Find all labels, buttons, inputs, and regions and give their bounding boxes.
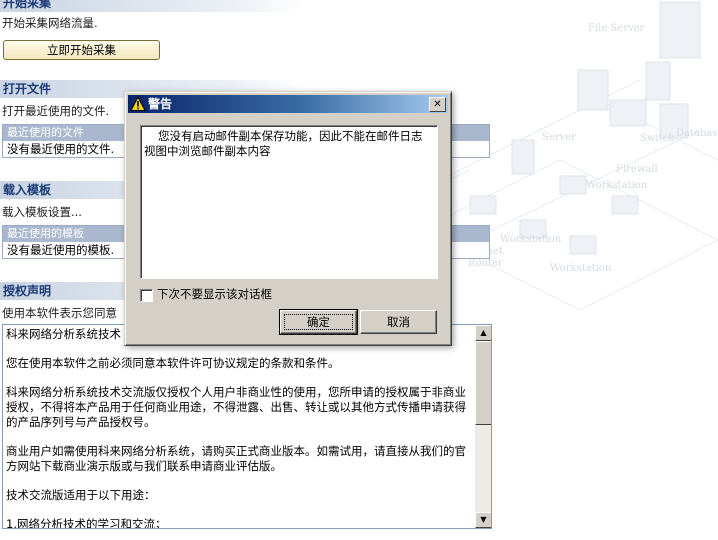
license-paragraph: 科来网络分析系统技术交流版仅授权个人用户非商业性的使用，您所申请的授权属于非商业… [6, 385, 466, 429]
load-template-desc[interactable]: 载入模板设置... [2, 204, 82, 220]
scroll-up-button[interactable]: ▲ [475, 325, 491, 341]
workstation-label-1: Workstation [586, 180, 648, 191]
license-paragraph: 1.网络分析技术的学习和交流； [6, 517, 167, 529]
ok-button[interactable]: 确定 [279, 309, 358, 335]
switch-label: Switch [640, 133, 675, 144]
license-text: 科来网络分析系统技术 您在使用本软件之前必须同意本软件许可协议规定的条款和条件。… [6, 327, 472, 529]
license-paragraph: 您在使用本软件之前必须同意本软件许可协议规定的条款和条件。 [6, 356, 340, 370]
dont-show-checkbox[interactable] [140, 289, 153, 302]
start-capture-desc: 开始采集网络流量. [2, 16, 98, 30]
dont-show-label[interactable]: 下次不要显示该对话框 [157, 287, 272, 302]
close-button[interactable]: ✕ [429, 97, 446, 112]
workstation-label-2: Workstation [500, 234, 562, 245]
start-capture-title: 开始采集 [3, 0, 52, 10]
cancel-button-label: 取消 [387, 315, 410, 329]
close-icon: ✕ [433, 99, 442, 110]
open-file-title: 打开文件 [3, 82, 52, 96]
firewall-label: Firewall [616, 164, 658, 175]
dialog-message: 您没有启动邮件副本保存功能，因此不能在邮件日志视图中浏览邮件副本内容 [144, 129, 423, 158]
cancel-button[interactable]: 取消 [360, 310, 437, 334]
dialog-title-bar[interactable]: 警告 ✕ [128, 95, 448, 113]
start-capture-header: 开始采集 [0, 0, 303, 12]
server-label: Server [542, 132, 576, 143]
router-label: Router [468, 258, 503, 269]
license-desc: 使用本软件表示您同意 [2, 306, 117, 320]
message-box: 您没有启动邮件副本保存功能，因此不能在邮件日志视图中浏览邮件副本内容 [140, 125, 438, 279]
database-server-label: Database Server [676, 128, 718, 139]
warning-icon [130, 96, 146, 111]
warning-dialog: 警告 ✕ 您没有启动邮件副本保存功能，因此不能在邮件日志视图中浏览邮件副本内容 … [124, 91, 452, 346]
focus-rect [284, 314, 353, 330]
workstation-label-3: Workstation [550, 263, 612, 274]
scroll-down-button[interactable]: ▼ [475, 512, 491, 528]
license-title: 授权声明 [3, 284, 52, 298]
scroll-thumb[interactable] [475, 341, 491, 425]
license-scrollbar[interactable]: ▲ ▼ [475, 325, 491, 528]
start-capture-button[interactable]: 立即开始采集 [3, 40, 160, 60]
file-server-label: File Server [588, 23, 645, 34]
load-template-title: 载入模板 [3, 183, 52, 197]
license-text-box[interactable]: 科来网络分析系统技术 您在使用本软件之前必须同意本软件许可协议规定的条款和条件。… [2, 324, 492, 529]
license-paragraph: 商业用户如需使用科来网络分析系统，请购买正式商业版本。如需试用，请直接从我们的官… [6, 444, 466, 473]
dialog-title: 警告 [148, 97, 173, 111]
open-file-desc[interactable]: 打开最近使用的文件. [2, 103, 109, 119]
license-paragraph: 技术交流版适用于以下用途： [6, 488, 156, 502]
